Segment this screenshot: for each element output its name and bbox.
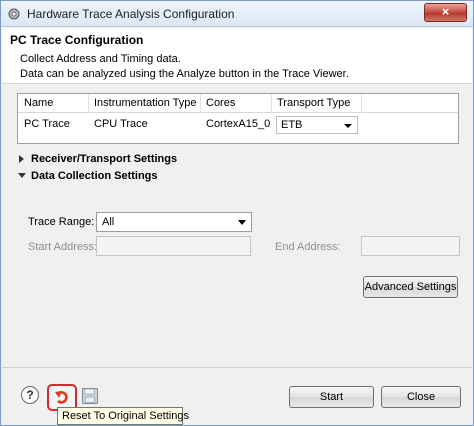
start-button[interactable]: Start — [289, 386, 374, 408]
page-header: PC Trace Configuration Collect Address a… — [2, 28, 472, 84]
cell-cores: CortexA15_0 — [206, 118, 271, 130]
transport-type-dropdown[interactable]: ETB — [276, 116, 358, 134]
receiver-transport-section-label: Receiver/Transport Settings — [31, 153, 178, 165]
close-button[interactable]: Close — [381, 386, 461, 408]
dialog-window: Hardware Trace Analysis Configuration × … — [0, 0, 474, 426]
page-description-line2: Data can be analyzed using the Analyze b… — [20, 68, 349, 80]
table-header: Name Instrumentation Type Cores Transpor… — [18, 94, 458, 113]
close-window-button[interactable]: × — [424, 3, 467, 22]
expand-arrow-icon — [19, 155, 24, 163]
start-address-label: Start Address: — [28, 241, 98, 253]
tooltip: Reset To Original Settings — [57, 407, 189, 425]
column-header-instrumentation-type[interactable]: Instrumentation Type — [94, 97, 197, 109]
trace-config-table: Name Instrumentation Type Cores Transpor… — [17, 93, 459, 144]
column-header-cores[interactable]: Cores — [206, 97, 235, 109]
undo-icon — [54, 389, 71, 409]
receiver-transport-section-toggle[interactable]: Receiver/Transport Settings — [19, 153, 179, 167]
column-separator — [88, 94, 89, 113]
gear-icon — [7, 7, 21, 21]
start-address-field[interactable] — [96, 236, 251, 256]
table-row[interactable]: PC Trace CPU Trace CortexA15_0 ETB — [18, 114, 458, 136]
end-address-field[interactable] — [361, 236, 460, 256]
column-separator — [361, 94, 362, 113]
chevron-down-icon — [344, 124, 352, 128]
footer-divider — [2, 367, 472, 368]
column-header-transport-type[interactable]: Transport Type — [277, 97, 350, 109]
column-separator — [200, 94, 201, 113]
help-button[interactable]: ? — [21, 386, 39, 404]
column-separator — [271, 94, 272, 113]
advanced-settings-button[interactable]: Advanced Settings — [363, 276, 458, 298]
cell-name: PC Trace — [24, 118, 70, 130]
chevron-down-icon — [238, 220, 246, 225]
column-header-name[interactable]: Name — [24, 97, 53, 109]
trace-range-value: All — [102, 216, 115, 228]
data-collection-section-label: Data Collection Settings — [31, 170, 158, 182]
cell-instrumentation-type: CPU Trace — [94, 118, 148, 130]
collapse-arrow-icon — [18, 173, 26, 178]
trace-range-dropdown[interactable]: All — [96, 212, 252, 232]
data-collection-section-toggle[interactable]: Data Collection Settings — [18, 170, 159, 184]
window-title: Hardware Trace Analysis Configuration — [27, 7, 235, 21]
page-title: PC Trace Configuration — [10, 33, 144, 47]
page-description-line1: Collect Address and Timing data. — [20, 53, 181, 65]
end-address-label: End Address: — [275, 241, 341, 253]
title-bar[interactable]: Hardware Trace Analysis Configuration × — [1, 1, 473, 27]
save-settings-button[interactable] — [81, 387, 101, 407]
transport-type-value: ETB — [281, 119, 303, 131]
trace-range-label: Trace Range: — [28, 216, 95, 228]
